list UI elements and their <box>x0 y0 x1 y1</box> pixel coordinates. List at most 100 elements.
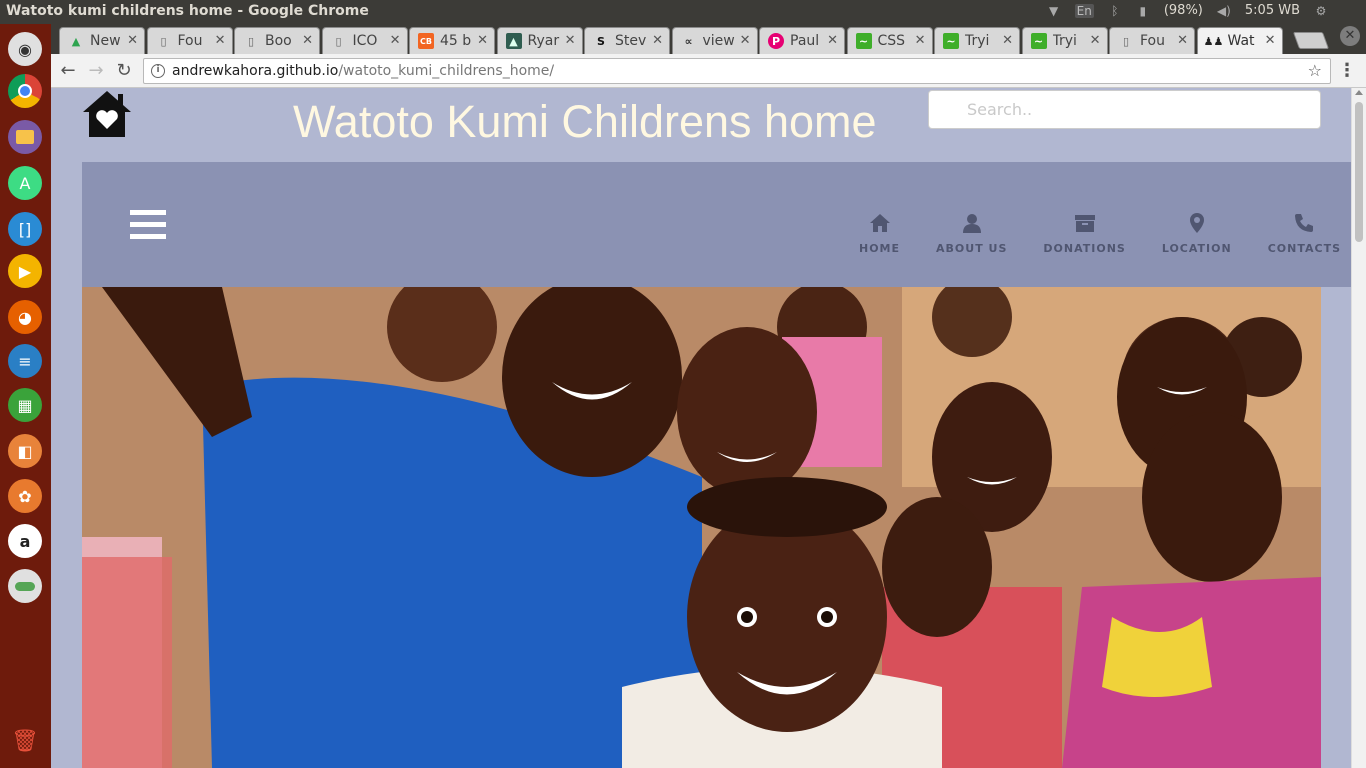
address-bar[interactable]: i andrewkahora.github.io/watoto_kumi_chi… <box>143 58 1331 84</box>
browser-tab[interactable]: ~ Tryi ✕ <box>1021 27 1108 54</box>
people-icon: ♟♟ <box>1203 34 1224 48</box>
android-studio-icon[interactable]: A <box>8 166 42 200</box>
search-input[interactable] <box>928 90 1321 129</box>
tab-label: Paul <box>790 33 820 49</box>
tab-close-icon[interactable]: ✕ <box>1002 33 1013 48</box>
hamburger-menu-icon[interactable] <box>130 210 166 242</box>
tryit-icon: ~ <box>1030 33 1047 49</box>
browser-tab[interactable]: ▯ Boo ✕ <box>234 27 320 54</box>
browser-tab[interactable]: P Paul ✕ <box>759 27 845 54</box>
forward-button[interactable]: → <box>85 60 107 82</box>
scroll-up-arrow-icon[interactable] <box>1355 90 1363 95</box>
tab-label: Stev <box>615 33 647 49</box>
browser-tab[interactable]: ▯ Fou ✕ <box>146 27 233 54</box>
battery-percentage[interactable]: (98%) <box>1164 3 1203 18</box>
document-icon: ▯ <box>335 34 342 48</box>
nav-item-contacts[interactable]: CONTACTS <box>1268 212 1341 255</box>
tab-label: Fou <box>1140 33 1165 49</box>
tab-label: Boo <box>265 33 292 49</box>
ubuntu-top-panel: Watoto kumi childrens home - Google Chro… <box>0 0 1366 24</box>
scroll-thumb[interactable] <box>1355 102 1363 242</box>
ubuntu-dash-icon[interactable]: ◉ <box>8 32 42 66</box>
tab-close-icon[interactable]: ✕ <box>1177 33 1188 48</box>
files-icon[interactable] <box>8 120 42 154</box>
site-title: Watoto Kumi Childrens home <box>293 96 877 147</box>
brackets-icon[interactable]: [] <box>8 212 42 246</box>
tab-close-icon[interactable]: ✕ <box>565 33 576 48</box>
tab-close-icon[interactable]: ✕ <box>302 33 313 48</box>
firefox-icon[interactable]: ◕ <box>8 300 42 334</box>
nav-item-location[interactable]: LOCATION <box>1162 212 1232 255</box>
page-scrollbar[interactable] <box>1351 88 1366 768</box>
user-icon <box>962 214 981 233</box>
keyboard-language-indicator[interactable]: En <box>1074 3 1094 18</box>
tab-close-icon[interactable]: ✕ <box>652 33 663 48</box>
site-navbar: HOME ABOUT US DONATIONS LOCATION CONTACT… <box>82 162 1351 287</box>
volume-icon[interactable]: ◀) <box>1217 4 1231 18</box>
house-heart-logo-icon[interactable] <box>82 90 132 138</box>
nav-item-home[interactable]: HOME <box>859 212 900 255</box>
tab-label: Wat <box>1227 33 1255 49</box>
tab-close-icon[interactable]: ✕ <box>915 33 926 48</box>
chrome-menu-button[interactable]: ⋮ <box>1338 60 1356 81</box>
tryit-icon: ~ <box>943 33 959 49</box>
browser-tab[interactable]: ~ CSS ✕ <box>846 27 933 54</box>
browser-tab[interactable]: S Stev ✕ <box>584 27 670 54</box>
tab-label: Fou <box>177 33 203 49</box>
bluetooth-icon[interactable]: ᛒ <box>1108 4 1122 18</box>
browser-tab[interactable]: ▯ Fou ✕ <box>1109 27 1195 54</box>
tab-close-icon[interactable]: ✕ <box>740 33 751 48</box>
chrome-icon[interactable] <box>8 74 42 108</box>
tab-close-icon[interactable]: ✕ <box>127 33 138 48</box>
mountain-icon: ▲ <box>505 33 522 49</box>
browser-tab[interactable]: ▲ Ryar ✕ <box>496 27 583 54</box>
indicator-area: ▼ En ᛒ ▮ (98%) ◀) 5:05 WB ⚙ <box>1047 3 1328 18</box>
tab-close-icon[interactable]: ✕ <box>390 33 401 48</box>
trash-icon[interactable]: 🗑 <box>8 724 42 758</box>
css-icon: ~ <box>855 33 872 49</box>
tab-close-icon[interactable]: ✕ <box>827 33 838 48</box>
browser-tab[interactable]: ~ Tryi ✕ <box>934 27 1020 54</box>
tab-label: Tryi <box>965 33 990 49</box>
battery-icon[interactable]: ▮ <box>1136 4 1150 18</box>
amazon-icon[interactable]: a <box>8 524 42 558</box>
home-icon <box>869 214 890 232</box>
hero-photo-illustration <box>82 287 1321 768</box>
tab-close-icon[interactable]: ✕ <box>477 33 488 48</box>
url-path: /watoto_kumi_childrens_home/ <box>338 63 555 79</box>
tab-close-icon[interactable]: ✕ <box>1090 33 1101 48</box>
settings-toggle-icon[interactable] <box>8 569 42 603</box>
clock[interactable]: 5:05 WB <box>1245 3 1300 18</box>
nav-item-donations[interactable]: DONATIONS <box>1043 212 1125 255</box>
gear-icon[interactable]: ⚙ <box>1314 4 1328 18</box>
libreoffice-impress-icon[interactable]: ◧ <box>8 434 42 468</box>
browser-toolbar: ← → ↻ i andrewkahora.github.io/watoto_ku… <box>51 54 1366 88</box>
libreoffice-calc-icon[interactable]: ▦ <box>8 388 42 422</box>
ubuntu-launcher: ◉ A [] ▶ ◕ ≡ ▦ ◧ ✿ a 🗑 <box>0 24 51 768</box>
bookmark-star-icon[interactable]: ☆ <box>1308 59 1322 83</box>
close-window-button[interactable]: ✕ <box>1340 26 1360 46</box>
browser-tab[interactable]: ♟♟ Wat ✕ <box>1196 27 1283 54</box>
nav-label-contacts: CONTACTS <box>1267 242 1341 255</box>
tab-label: 45 b <box>440 33 472 49</box>
nav-item-about-us[interactable]: ABOUT US <box>936 212 1007 255</box>
window-title: Watoto kumi childrens home - Google Chro… <box>6 3 369 19</box>
media-player-icon[interactable]: ▶ <box>8 254 42 288</box>
pinterest-icon: P <box>768 33 784 49</box>
browser-tab[interactable]: ▲ New ✕ <box>59 27 145 54</box>
libreoffice-writer-icon[interactable]: ≡ <box>8 344 42 378</box>
tab-close-icon[interactable]: ✕ <box>215 33 226 48</box>
info-icon[interactable]: i <box>151 64 165 78</box>
back-button[interactable]: ← <box>57 60 79 82</box>
browser-tab[interactable]: ▯ ICO ✕ <box>321 27 408 54</box>
browser-tab[interactable]: CB 45 b ✕ <box>409 27 495 54</box>
nav-label-home: HOME <box>859 242 901 255</box>
nav-label-donations: DONATIONS <box>1043 242 1126 255</box>
codepen-icon: CB <box>418 33 434 49</box>
software-center-icon[interactable]: ✿ <box>8 479 42 513</box>
new-tab-button[interactable] <box>1292 32 1330 49</box>
wifi-icon[interactable]: ▼ <box>1047 4 1061 18</box>
reload-button[interactable]: ↻ <box>113 60 135 82</box>
browser-tab[interactable]: ∝ view ✕ <box>671 27 758 54</box>
tab-close-icon[interactable]: ✕ <box>1265 33 1276 48</box>
